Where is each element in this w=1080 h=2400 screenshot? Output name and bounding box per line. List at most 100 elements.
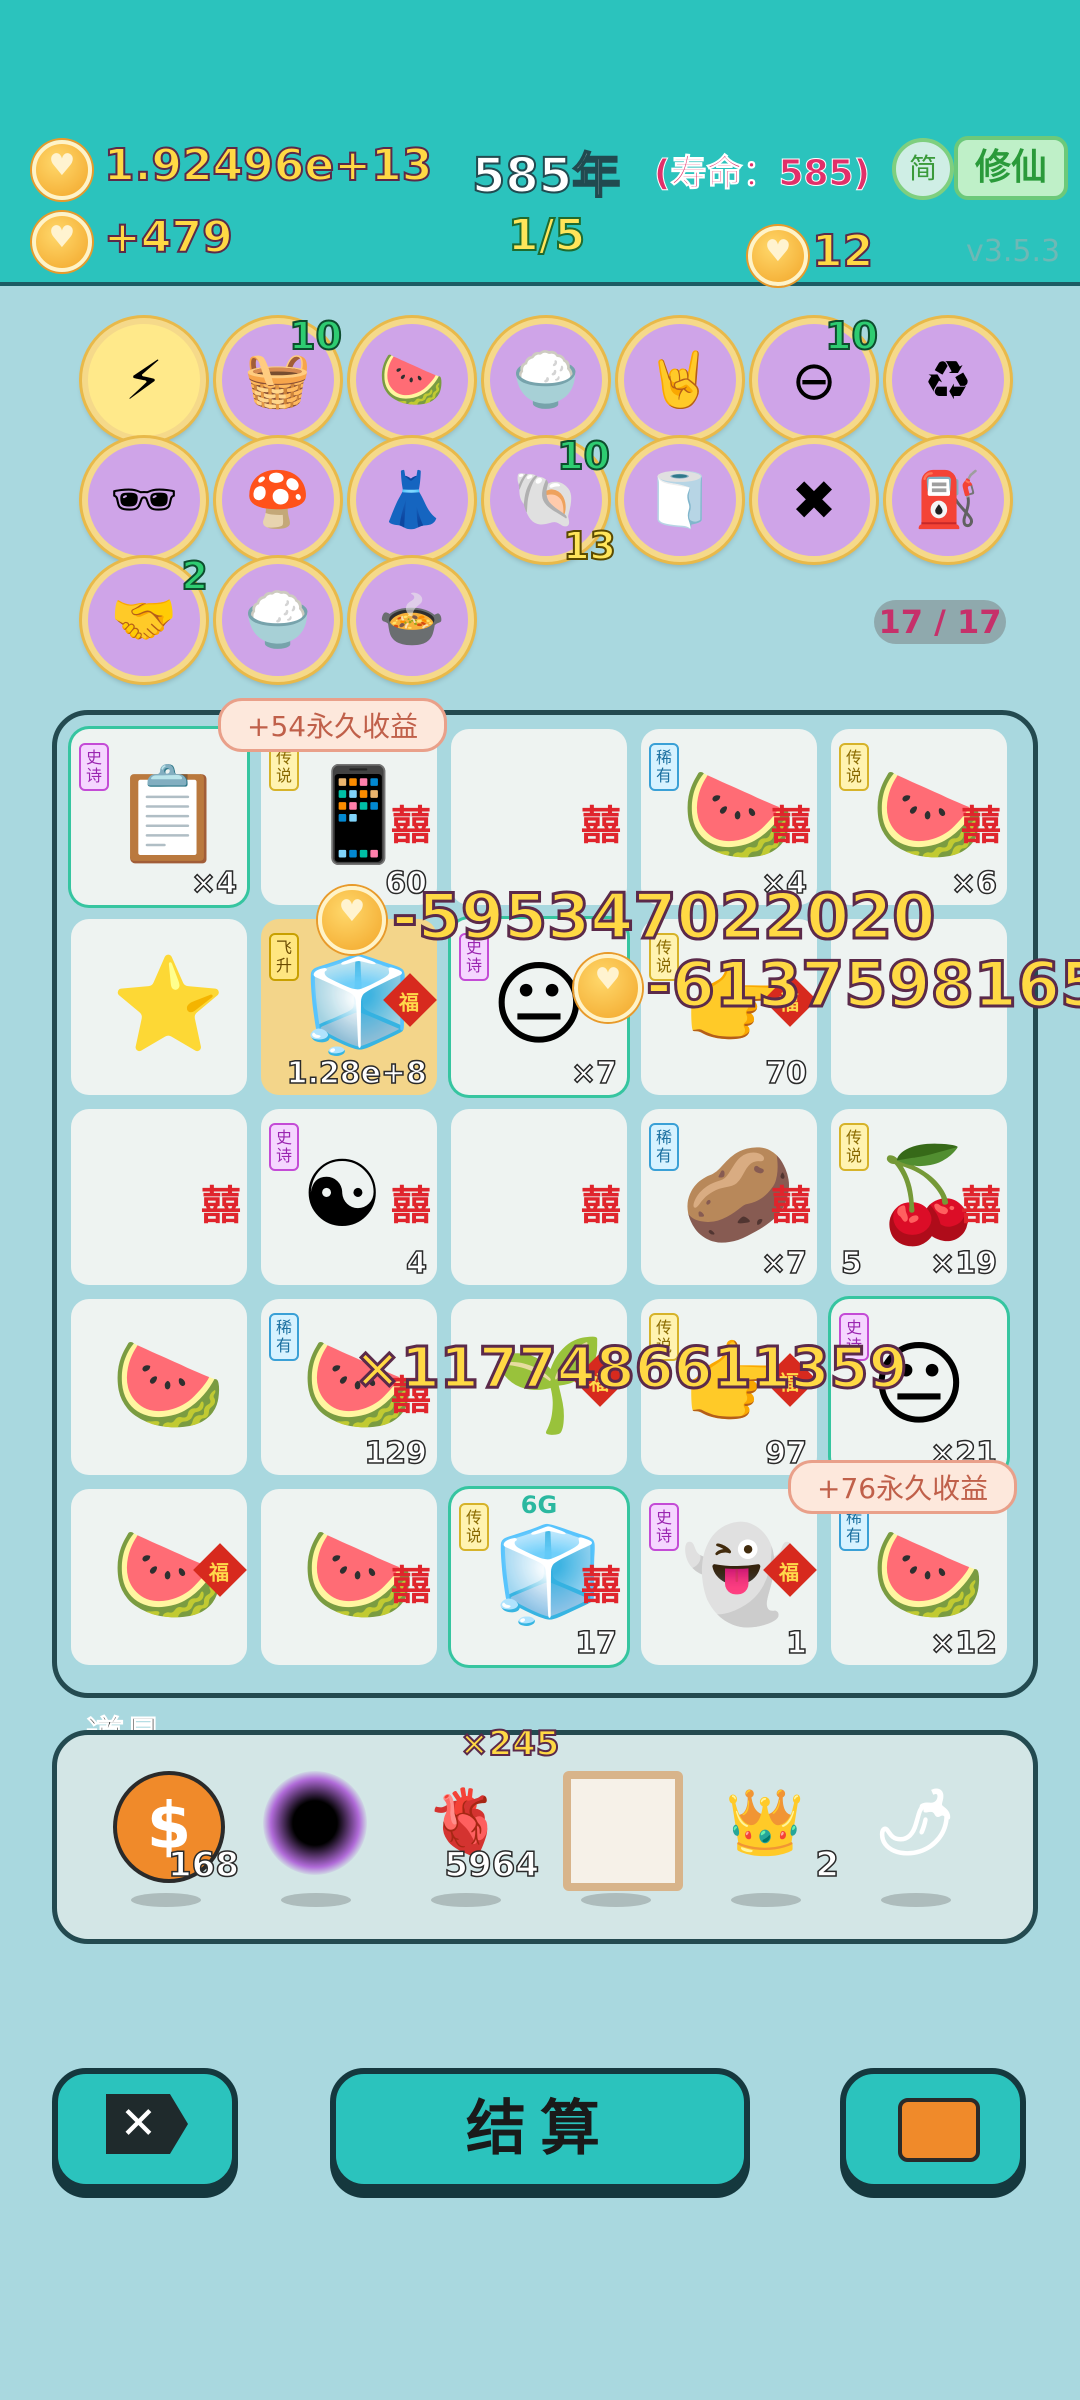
year-label: 585年 [471, 147, 621, 205]
skill-recycle[interactable]: ♻ [886, 318, 1010, 442]
double-happiness-icon: 囍 [961, 1183, 1001, 1229]
crown-icon: 👑 [725, 1786, 805, 1860]
skill-fruit-plate[interactable]: 🍉 [350, 318, 474, 442]
tool-count: 2 [815, 1844, 840, 1886]
double-happiness-icon: 囍 [201, 1183, 241, 1229]
board-cell[interactable]: 囍 [71, 1109, 247, 1285]
skill-minus[interactable]: ⊖ 10 [752, 313, 879, 442]
face-icon: 😐 [491, 951, 587, 1058]
board-cell[interactable]: 传说 📱 囍 60 [261, 729, 437, 905]
stage-progress: 1/5 [507, 209, 586, 262]
tool-shadow [881, 1893, 951, 1907]
tool-item[interactable]: ▢ [563, 1771, 683, 1907]
settle-button[interactable]: 结算 [330, 2068, 750, 2190]
skill-dice-multiply[interactable]: ✖ [752, 438, 876, 562]
skill-skirt[interactable]: 👗 [350, 438, 474, 562]
skill-fruit-basket[interactable]: 🧺 10 [216, 313, 343, 442]
fortune-label: 福 [778, 1560, 799, 1585]
tool-item[interactable]: ● [263, 1771, 373, 1907]
float-heart-icon [574, 954, 642, 1022]
close-button[interactable]: ✕ [52, 2068, 238, 2190]
board-cell[interactable]: 🍉 [71, 1299, 247, 1475]
board-cell[interactable]: 稀有 🍉 ×12 [831, 1489, 1007, 1665]
skill-tissue-box[interactable]: 🧻 [618, 438, 742, 562]
board-cell[interactable]: 囍 [451, 729, 627, 905]
skill-upgrade-bowls[interactable]: 🍚 [484, 318, 608, 442]
skill-rock-hand[interactable]: 🤘 [618, 318, 742, 442]
tool-shadow [731, 1893, 801, 1907]
skill-handshake[interactable]: 🤝 2 [82, 553, 209, 682]
skill-mushroom-cloud[interactable]: 🍄 [216, 438, 340, 562]
close-icon: ✕ [106, 2094, 188, 2154]
skill-counter: 17 / 17 [874, 600, 1006, 644]
rarity-tag: 传说 [839, 1123, 869, 1171]
float-multiplier: ×1177486611359 [352, 1335, 908, 1403]
double-happiness-icon: 囍 [581, 1183, 621, 1229]
mushroom-cloud-icon: 🍄 [244, 468, 312, 531]
skill-lightning[interactable]: ⚡ [82, 318, 206, 442]
board-cell[interactable]: 传说 🧊 囍 6G 17 [451, 1489, 627, 1665]
cell-count: 129 [364, 1435, 428, 1472]
double-happiness-icon: 囍 [581, 1563, 621, 1609]
board-cell[interactable]: 史诗 ☯ 囍 4 [261, 1109, 437, 1285]
skill-pump[interactable]: ⛽ [886, 438, 1010, 562]
board-cell[interactable]: 史诗 👻 福 1 [641, 1489, 817, 1665]
cell-count: 1 [785, 1625, 807, 1662]
skill-shell[interactable]: 🐚 10 13 [484, 433, 617, 569]
black-hole-icon: ● [263, 1771, 367, 1875]
skill-badge: 10 [824, 313, 879, 359]
skill-rice-cooker[interactable]: 🍲 [350, 558, 474, 682]
float-heart-icon [318, 886, 386, 954]
cell-count: 70 [765, 1055, 808, 1092]
tool-count: 5964 [444, 1844, 540, 1886]
board-cell[interactable]: 囍 [451, 1109, 627, 1285]
tool-shadow [581, 1893, 651, 1907]
stars-icon: ⭐ [111, 951, 226, 1058]
board-cell[interactable]: 传说 🍒 囍 ×19 5 [831, 1109, 1007, 1285]
rock-hand-icon: 🤘 [646, 348, 714, 411]
coin-icon [32, 140, 92, 200]
recycle-icon: ♻ [923, 348, 973, 412]
tool-item[interactable]: 👑 2 [713, 1771, 840, 1907]
cell-count: 1.28e+8 [286, 1055, 428, 1092]
skill-bowls-up[interactable]: 🍚 [216, 558, 340, 682]
copy-paste-icon: 📋 [111, 761, 226, 868]
heart-icon [748, 226, 808, 286]
board-cell[interactable]: 稀有 🍉 囍 ×4 [641, 729, 817, 905]
float-damage-2: -613759816514 [646, 948, 1080, 1021]
watermelon-slice-icon: 🍉 [871, 1521, 986, 1628]
watermelon-slice-icon: 🍉 [111, 1331, 226, 1438]
lifespan-label: (寿命：585) [653, 153, 871, 195]
cell-count: ×6 [950, 865, 998, 902]
fortune-label: 福 [398, 990, 419, 1015]
board-cell[interactable]: ⭐ [71, 919, 247, 1095]
skirt-icon: 👗 [378, 468, 446, 531]
top-bar: 1.92496e+13 +479 585年 1/5 (寿命：585) 12 简 … [0, 0, 1080, 286]
briefcase-icon [898, 2098, 980, 2162]
board-cell[interactable]: 史诗 📋 ×4 [71, 729, 247, 905]
skill-sub-count: 13 [562, 523, 617, 569]
rarity-tag: 史诗 [79, 743, 109, 791]
simplified-toggle[interactable]: 简 [892, 138, 954, 200]
skill-sunglasses[interactable]: 🕶 [82, 438, 206, 562]
network-label: 6G [520, 1491, 558, 1519]
board-cell[interactable]: 🍉 囍 [261, 1489, 437, 1665]
double-happiness-icon: 囍 [771, 803, 811, 849]
skill-badge: 2 [181, 553, 209, 599]
rarity-tag: 稀有 [649, 1123, 679, 1171]
version-label: v3.5.3 [966, 234, 1061, 269]
tool-item[interactable]: 🫀 5964 [413, 1771, 540, 1907]
tool-item[interactable]: $168 [113, 1771, 240, 1907]
cultivate-button[interactable]: 修仙 [954, 136, 1068, 200]
rarity-tag: 史诗 [269, 1123, 299, 1171]
board-cell[interactable]: 🍉 福 [71, 1489, 247, 1665]
board-cell[interactable]: 稀有 🥔 囍 ×7 [641, 1109, 817, 1285]
fruit-plate-icon: 🍉 [378, 348, 446, 411]
earn-bubble-bottom: +76永久收益 [788, 1460, 1018, 1514]
bag-button[interactable] [840, 2068, 1026, 2190]
tool-item[interactable]: 🌶 [863, 1771, 973, 1907]
board-cell[interactable]: 传说 🍉 囍 ×6 [831, 729, 1007, 905]
tool-shadow [131, 1893, 201, 1907]
income-rate: +479 [103, 211, 234, 264]
cell-count: ×7 [570, 1055, 618, 1092]
